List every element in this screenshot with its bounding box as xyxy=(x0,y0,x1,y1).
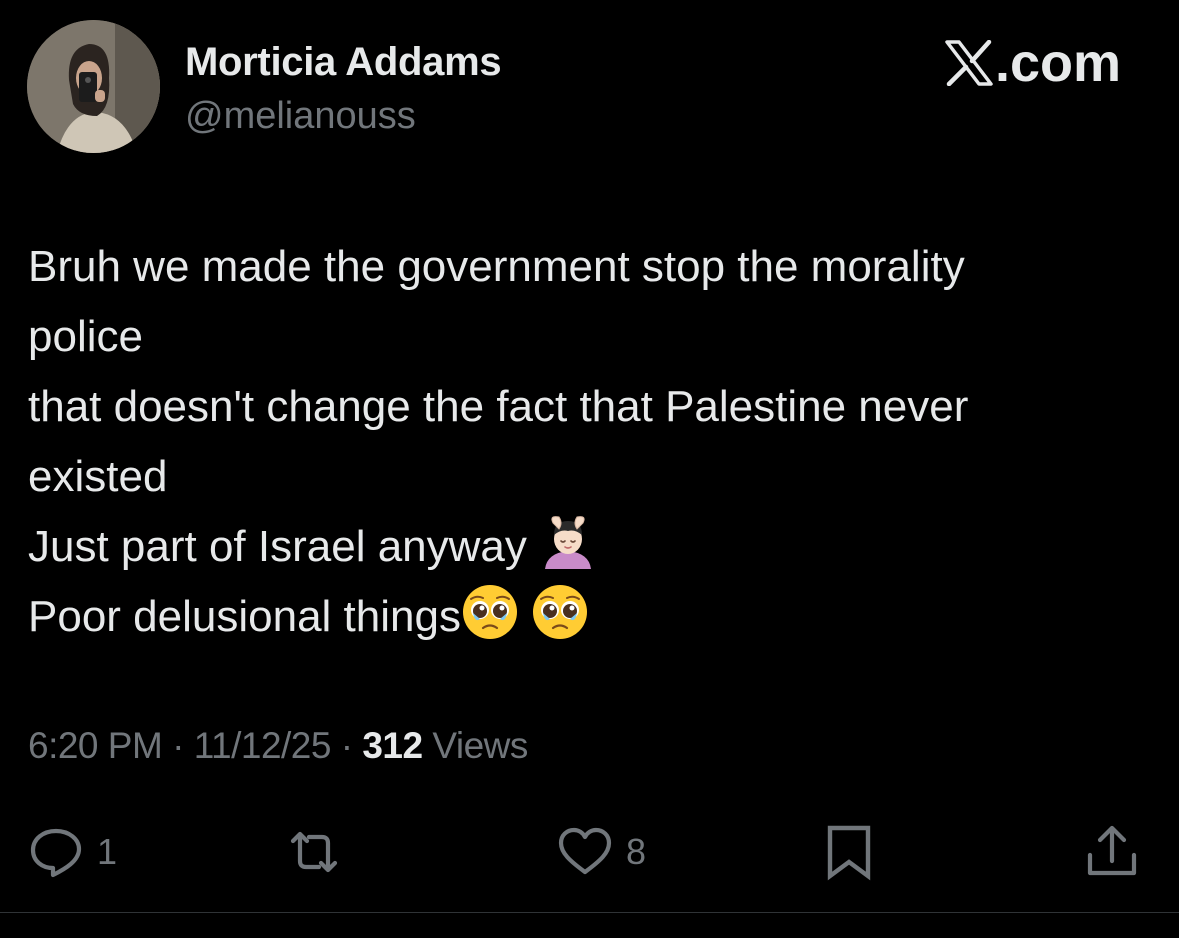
repost-icon xyxy=(290,831,338,873)
views-label: Views xyxy=(432,725,528,766)
views-count[interactable]: 312 xyxy=(362,725,423,766)
like-count: 8 xyxy=(626,831,647,872)
share-button[interactable] xyxy=(1083,820,1141,884)
tweet-text-line-with-emoji: Poor delusional things xyxy=(28,582,1153,652)
person-getting-massage-emoji xyxy=(545,516,592,569)
meta-separator: · xyxy=(340,725,353,766)
bookmark-button[interactable] xyxy=(820,820,878,884)
avatar[interactable] xyxy=(27,20,160,153)
brand-watermark: .com xyxy=(945,32,1121,94)
author-handle[interactable]: @melianouss xyxy=(185,95,416,138)
tweet: Morticia Addams @melianouss .com Bruh we… xyxy=(0,0,1179,938)
bookmark-icon xyxy=(827,825,871,881)
avatar-image xyxy=(27,20,160,153)
tweet-text-line: Bruh we made the government stop the mor… xyxy=(28,242,965,291)
tweet-text-line: police xyxy=(28,312,143,361)
like-button[interactable]: 8 xyxy=(556,820,646,884)
tweet-metadata: 6:20 PM · 11/12/25 · 312 Views xyxy=(28,725,528,767)
tweet-text-line: Just part of Israel anyway xyxy=(28,522,527,571)
repost-button[interactable] xyxy=(285,820,355,884)
pleading-face-emoji xyxy=(533,585,588,639)
reply-icon xyxy=(30,828,82,878)
tweet-text-line: Poor delusional things xyxy=(28,592,461,641)
reply-count: 1 xyxy=(97,831,118,872)
divider xyxy=(0,912,1179,913)
meta-separator: · xyxy=(172,725,184,766)
tweet-action-bar: 1 8 xyxy=(0,820,1179,884)
tweet-time[interactable]: 6:20 PM xyxy=(28,725,163,766)
x-logo-icon xyxy=(945,40,993,86)
tweet-date[interactable]: 11/12/25 xyxy=(194,725,332,766)
heart-icon xyxy=(558,827,612,875)
tweet-text: Bruh we made the government stop the mor… xyxy=(28,232,1153,652)
author-display-name[interactable]: Morticia Addams xyxy=(185,40,502,85)
tweet-text-line: that doesn't change the fact that Palest… xyxy=(28,382,969,431)
pleading-face-emoji xyxy=(462,585,517,639)
tweet-text-line: existed xyxy=(28,452,168,501)
tweet-text-line-with-emoji: Just part of Israel anyway xyxy=(28,512,1153,582)
reply-button[interactable]: 1 xyxy=(27,820,117,884)
share-icon xyxy=(1087,825,1137,876)
brand-text: .com xyxy=(994,33,1121,93)
